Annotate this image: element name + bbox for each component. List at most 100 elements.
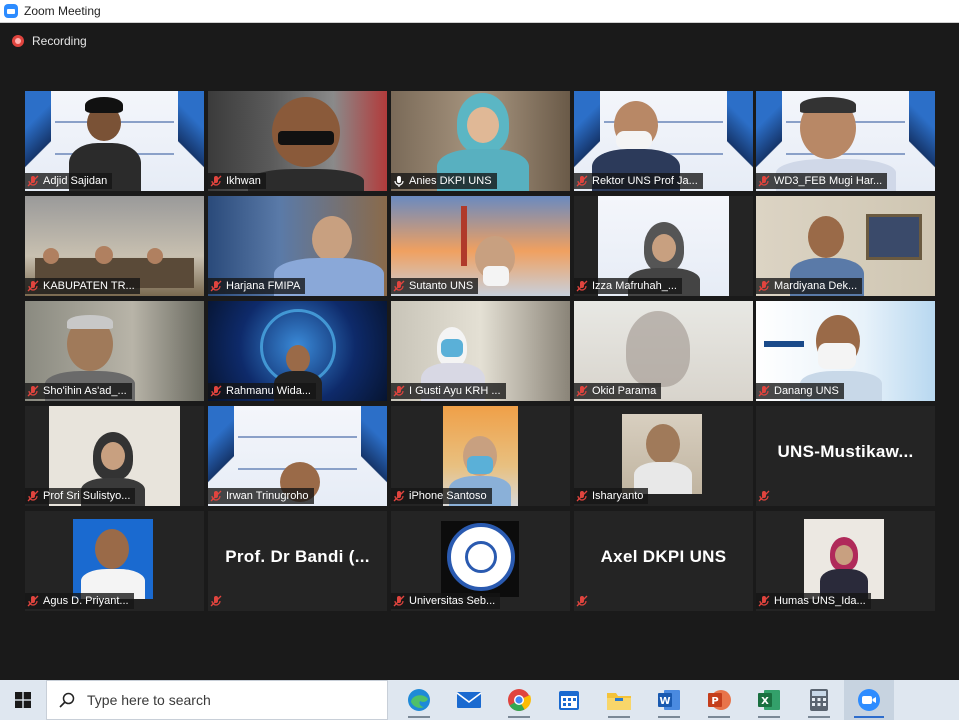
mic-muted-icon — [393, 490, 405, 502]
mail-icon[interactable] — [444, 680, 494, 720]
window-title: Zoom Meeting — [24, 4, 101, 18]
mic-muted-icon — [576, 595, 588, 607]
participant-name: Rahmanu Wida... — [208, 383, 316, 399]
file-explorer-icon[interactable] — [594, 680, 644, 720]
word-icon[interactable]: W — [644, 680, 694, 720]
windows-taskbar: Type here to search W P X — [0, 680, 959, 720]
zoom-icon[interactable] — [844, 680, 894, 720]
svg-text:W: W — [659, 696, 670, 707]
mic-muted-icon — [576, 385, 588, 397]
mic-muted-icon — [758, 280, 770, 292]
powerpoint-icon[interactable]: P — [694, 680, 744, 720]
mic-muted-icon — [210, 490, 222, 502]
participant-name: Adjid Sajidan — [25, 173, 113, 189]
participant-tile[interactable]: UNS-Mustikaw... — [756, 406, 935, 506]
recording-label: Recording — [32, 34, 87, 48]
mic-muted-icon — [758, 490, 770, 502]
participant-name: Rektor UNS Prof Ja... — [574, 173, 703, 189]
participant-tile[interactable]: Rahmanu Wida... — [208, 301, 387, 401]
mic-muted-icon — [27, 490, 39, 502]
participant-tile[interactable]: Prof Sri Sulistyo... — [25, 406, 204, 506]
search-placeholder: Type here to search — [87, 692, 211, 708]
calendar-icon[interactable] — [544, 680, 594, 720]
participant-name: iPhone Santoso — [391, 488, 492, 504]
participant-tile[interactable]: Universitas Seb... — [391, 511, 570, 611]
gallery-grid: Adjid Sajidan Ikhwan Anies DKPI UNS Rekt… — [25, 91, 935, 615]
zoom-logo-icon — [4, 4, 18, 18]
mic-muted-icon — [758, 595, 770, 607]
participant-tile[interactable]: Agus D. Priyant... — [25, 511, 204, 611]
participant-tile[interactable]: Danang UNS — [756, 301, 935, 401]
participant-tile[interactable]: Sutanto UNS — [391, 196, 570, 296]
participant-tile[interactable]: Izza Mafruhah_... — [574, 196, 753, 296]
mic-muted-icon — [758, 385, 770, 397]
recording-icon — [12, 35, 24, 47]
window-titlebar: Zoom Meeting — [0, 0, 959, 23]
mic-muted-icon — [210, 280, 222, 292]
mic-muted-icon — [210, 385, 222, 397]
svg-text:X: X — [761, 696, 769, 707]
mic-muted-icon — [393, 595, 405, 607]
mic-muted-icon — [393, 280, 405, 292]
calculator-icon[interactable] — [794, 680, 844, 720]
mic-muted-icon — [27, 280, 39, 292]
participant-tile[interactable]: iPhone Santoso — [391, 406, 570, 506]
participant-name: KABUPATEN TR... — [25, 278, 140, 294]
mic-muted-icon — [393, 385, 405, 397]
taskbar-search-box[interactable]: Type here to search — [46, 680, 388, 720]
participant-name: Danang UNS — [756, 383, 844, 399]
participant-tile[interactable]: Ikhwan — [208, 91, 387, 191]
participant-display-name: UNS-Mustikaw... — [777, 442, 914, 461]
participant-name: Ikhwan — [208, 173, 266, 189]
participant-name: Irwan Trinugroho — [208, 488, 314, 504]
participant-tile[interactable]: Axel DKPI UNS — [574, 511, 753, 611]
participant-name: Sho'ihin As'ad_... — [25, 383, 132, 399]
participant-tile[interactable]: Anies DKPI UNS — [391, 91, 570, 191]
mic-muted-icon — [210, 595, 222, 607]
participant-name: WD3_FEB Mugi Har... — [756, 173, 888, 189]
meeting-area: Recording Adjid Sajidan Ikhwan Anies DKP… — [0, 23, 959, 680]
participant-tile[interactable]: Isharyanto — [574, 406, 753, 506]
participant-name: Agus D. Priyant... — [25, 593, 134, 609]
participant-name: Prof Sri Sulistyo... — [25, 488, 136, 504]
participant-tile[interactable]: Okid Parama — [574, 301, 753, 401]
windows-logo-icon — [15, 692, 31, 708]
search-icon — [59, 692, 75, 708]
svg-text:P: P — [711, 696, 718, 707]
participant-name: Harjana FMIPA — [208, 278, 306, 294]
participant-display-name: Prof. Dr Bandi (... — [225, 547, 370, 566]
participant-tile[interactable]: Harjana FMIPA — [208, 196, 387, 296]
mic-muted-icon — [576, 490, 588, 502]
participant-tile[interactable]: Mardiyana Dek... — [756, 196, 935, 296]
chrome-icon[interactable] — [494, 680, 544, 720]
excel-icon[interactable]: X — [744, 680, 794, 720]
mic-unmuted-icon — [393, 175, 405, 187]
mic-muted-icon — [27, 385, 39, 397]
edge-icon[interactable] — [394, 680, 444, 720]
participant-tile[interactable]: Adjid Sajidan — [25, 91, 204, 191]
participant-tile[interactable]: Prof. Dr Bandi (... — [208, 511, 387, 611]
participant-display-name: Axel DKPI UNS — [600, 547, 727, 566]
participant-name: Isharyanto — [574, 488, 649, 504]
recording-indicator[interactable]: Recording — [12, 34, 87, 48]
participant-name: Humas UNS_Ida... — [756, 593, 871, 609]
participant-tile[interactable]: Sho'ihin As'ad_... — [25, 301, 204, 401]
mic-muted-icon — [27, 175, 39, 187]
mic-muted-icon — [576, 175, 588, 187]
participant-name: Anies DKPI UNS — [391, 173, 497, 189]
participant-tile[interactable]: Rektor UNS Prof Ja... — [574, 91, 753, 191]
participant-name: Sutanto UNS — [391, 278, 479, 294]
participant-tile[interactable]: Irwan Trinugroho — [208, 406, 387, 506]
participant-name: Mardiyana Dek... — [756, 278, 863, 294]
participant-tile[interactable]: KABUPATEN TR... — [25, 196, 204, 296]
participant-name: Okid Parama — [574, 383, 662, 399]
mic-muted-icon — [27, 595, 39, 607]
mic-muted-icon — [576, 280, 588, 292]
mic-muted-icon — [758, 175, 770, 187]
participant-name: I Gusti Ayu KRH ... — [391, 383, 506, 399]
participant-tile[interactable]: WD3_FEB Mugi Har... — [756, 91, 935, 191]
start-button[interactable] — [0, 680, 46, 720]
participant-tile[interactable]: Humas UNS_Ida... — [756, 511, 935, 611]
participant-tile[interactable]: I Gusti Ayu KRH ... — [391, 301, 570, 401]
mic-muted-icon — [210, 175, 222, 187]
